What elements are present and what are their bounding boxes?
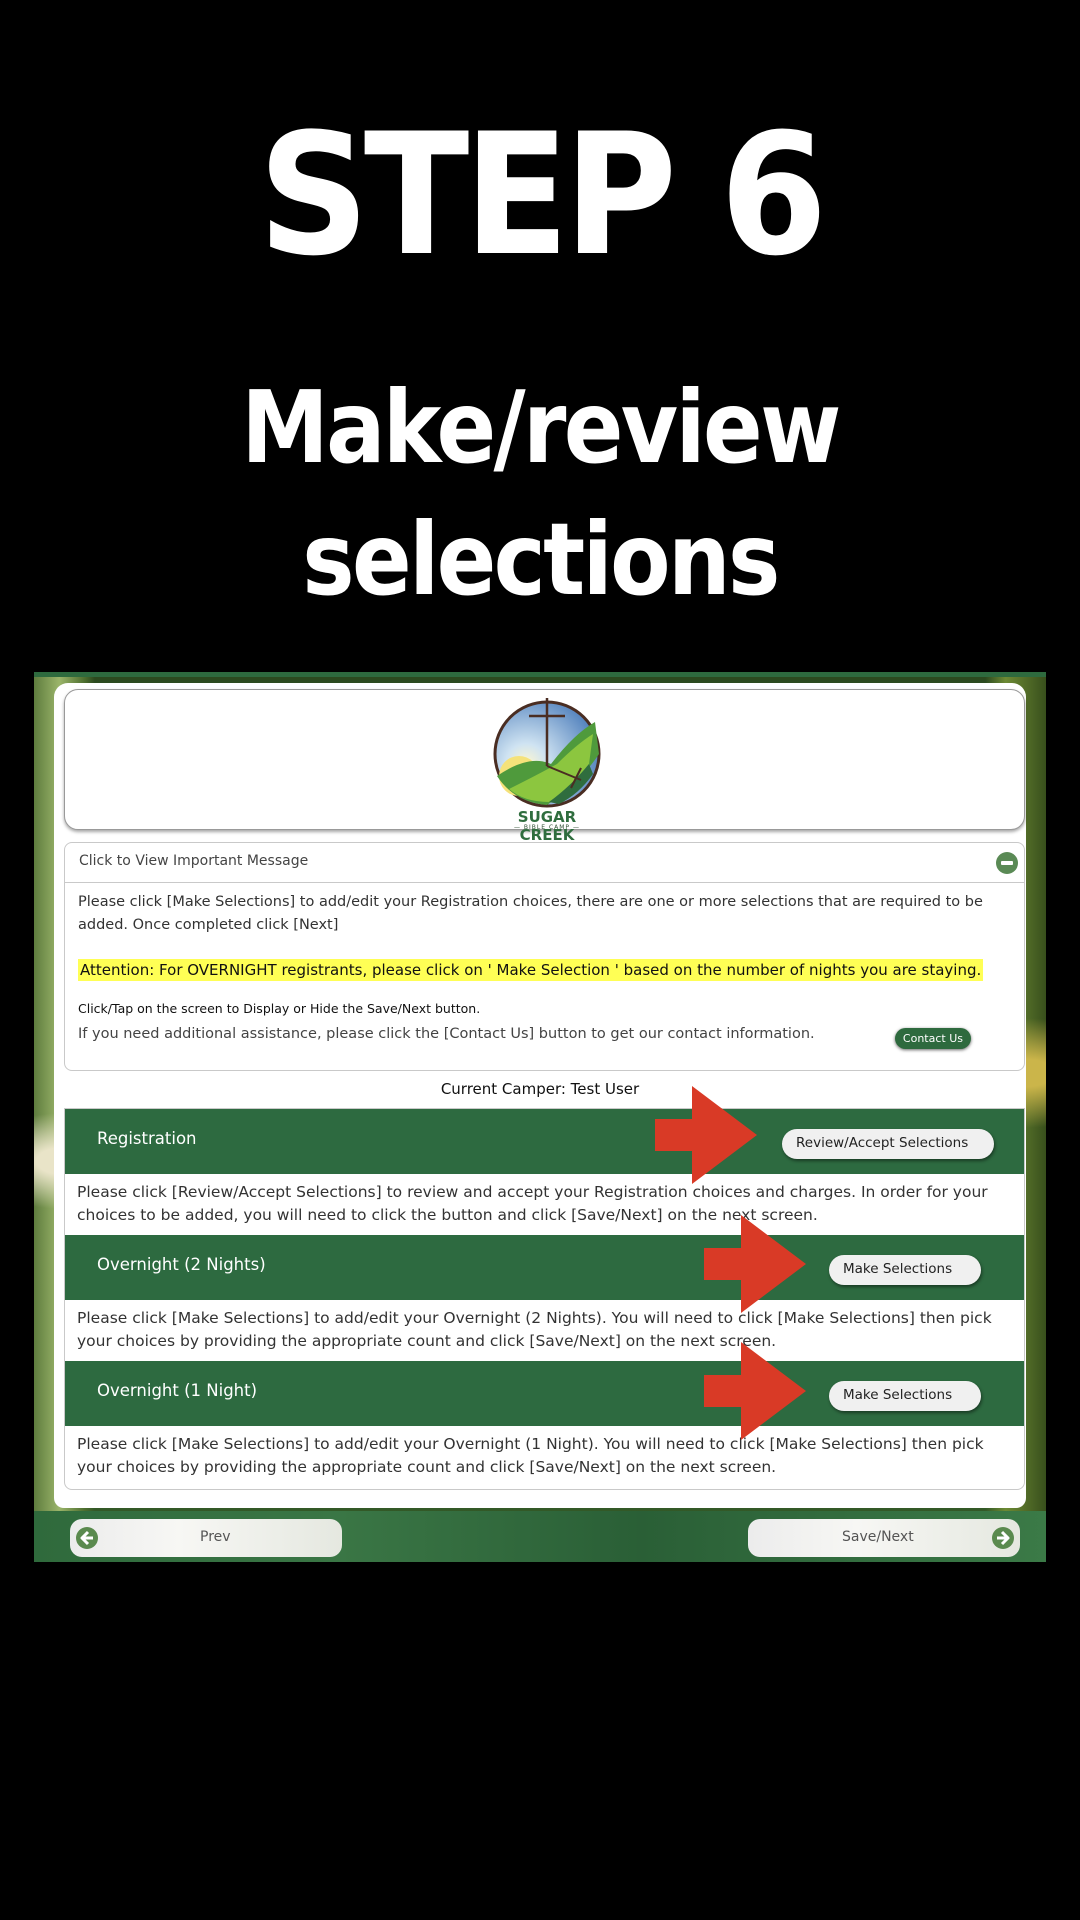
- minus-circle-icon[interactable]: [996, 852, 1018, 874]
- section-title: Overnight (1 Night): [97, 1381, 258, 1400]
- section-header: Overnight (1 Night) Make Selections: [65, 1361, 1024, 1426]
- section-description: Please click [Make Selections] to add/ed…: [77, 1309, 992, 1350]
- attention-highlight: Attention: For OVERNIGHT registrants, pl…: [78, 959, 984, 981]
- section-title: Overnight (2 Nights): [97, 1255, 266, 1274]
- contact-us-button[interactable]: Contact Us: [894, 1028, 971, 1049]
- footer-nav-bar: Prev Save/Next: [34, 1511, 1046, 1562]
- section-title: Registration: [97, 1129, 197, 1148]
- annotation-arrow-icon: [704, 1342, 806, 1440]
- save-next-button[interactable]: Save/Next: [748, 1519, 1020, 1557]
- assistance-text: If you need additional assistance, pleas…: [78, 1026, 815, 1042]
- annotation-arrow-icon: [704, 1215, 806, 1313]
- assistance-row: If you need additional assistance, pleas…: [78, 1026, 1011, 1050]
- selection-sections: Registration Review/Accept Selections Pl…: [64, 1108, 1025, 1490]
- registration-app-screenshot: SUGAR CREEK — BIBLE CAMP — Click to View…: [34, 672, 1046, 1562]
- section-registration: Registration Review/Accept Selections Pl…: [65, 1109, 1024, 1235]
- tap-note: Click/Tap on the screen to Display or Hi…: [78, 1001, 481, 1016]
- logo-subtitle-text: BIBLE CAMP: [523, 824, 571, 831]
- logo-emblem-icon: [493, 698, 601, 808]
- current-camper-label: Current Camper: Test User: [440, 1080, 640, 1098]
- step-subtitle-line-1: Make/review: [241, 369, 841, 486]
- section-description: Please click [Make Selections] to add/ed…: [77, 1435, 984, 1476]
- section-header: Registration Review/Accept Selections: [65, 1109, 1024, 1174]
- step-heading: STEP 6: [258, 97, 827, 293]
- make-selections-button[interactable]: Make Selections: [829, 1255, 981, 1285]
- step-subtitle: Make/review selections: [65, 362, 1015, 626]
- section-header: Overnight (2 Nights) Make Selections: [65, 1235, 1024, 1300]
- section-description: Please click [Review/Accept Selections] …: [77, 1183, 988, 1224]
- make-selections-button[interactable]: Make Selections: [829, 1381, 981, 1411]
- section-overnight-1-night: Overnight (1 Night) Make Selections Plea…: [65, 1361, 1024, 1487]
- annotation-arrow-icon: [655, 1086, 757, 1184]
- important-message-box: Click to View Important Message Please c…: [64, 842, 1025, 1071]
- prev-label: Prev: [200, 1529, 231, 1545]
- main-panel: SUGAR CREEK — BIBLE CAMP — Click to View…: [54, 683, 1026, 1508]
- important-message-body: Please click [Make Selections] to add/ed…: [65, 883, 1024, 1058]
- logo-header: SUGAR CREEK — BIBLE CAMP —: [64, 689, 1025, 844]
- save-next-label: Save/Next: [842, 1529, 914, 1545]
- arrow-right-circle-icon: [992, 1527, 1014, 1549]
- camp-logo: SUGAR CREEK — BIBLE CAMP —: [489, 694, 605, 844]
- important-message-toggle[interactable]: Click to View Important Message: [65, 843, 1024, 883]
- instructions-text: Please click [Make Selections] to add/ed…: [78, 894, 983, 933]
- important-message-header: Click to View Important Message: [79, 853, 309, 869]
- prev-button[interactable]: Prev: [70, 1519, 342, 1557]
- review-accept-selections-button[interactable]: Review/Accept Selections: [782, 1129, 994, 1159]
- step-subtitle-line-2: selections: [302, 501, 780, 618]
- logo-subtitle: — BIBLE CAMP —: [514, 824, 580, 831]
- arrow-left-circle-icon: [76, 1527, 98, 1549]
- section-overnight-2-nights: Overnight (2 Nights) Make Selections Ple…: [65, 1235, 1024, 1361]
